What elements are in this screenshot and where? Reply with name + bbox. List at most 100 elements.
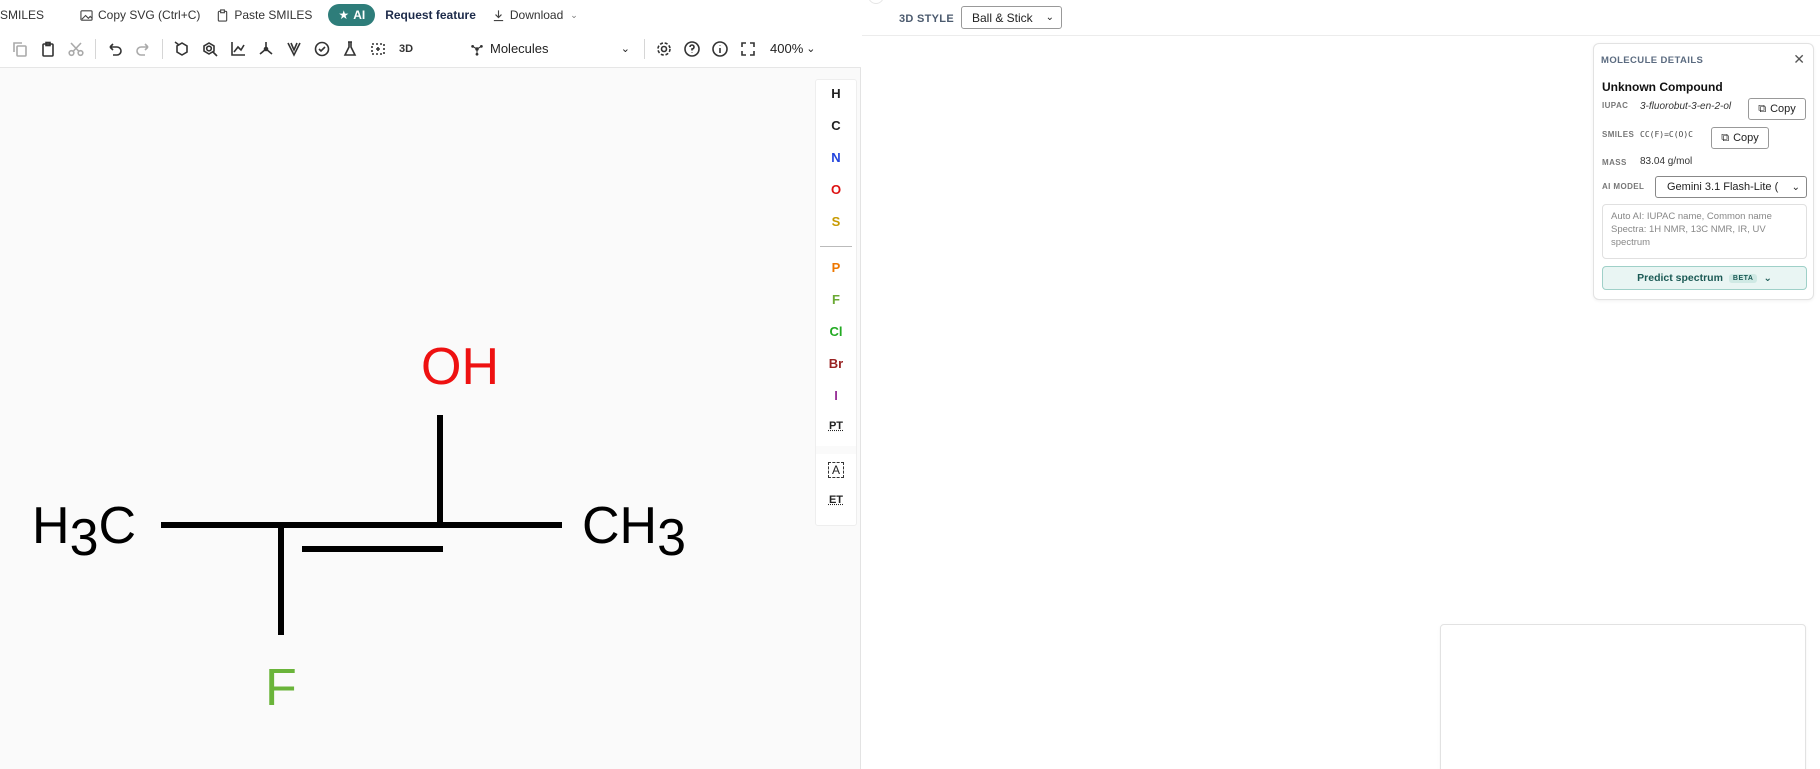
smiles-value: CC(F)=C(O)C [1640, 130, 1693, 139]
style-dropdown[interactable]: Ball & Stick ⌄ [961, 6, 1062, 29]
top-actions-bar: SMILES Copy SVG (Ctrl+C) Paste SMILES ★ … [0, 0, 861, 30]
paste-smiles-label: Paste SMILES [234, 8, 312, 22]
aromatize-icon[interactable] [196, 35, 224, 63]
ch3-subscript: 3 [657, 509, 686, 567]
smiles-menu[interactable]: SMILES [0, 8, 44, 22]
download-menu[interactable]: Download ⌄ [492, 8, 578, 22]
ai-label: AI [353, 8, 365, 22]
chevron-down-icon: ⌄ [1046, 12, 1054, 23]
request-feature-button[interactable]: Request feature [385, 8, 476, 22]
h3c-subscript: 3 [70, 509, 99, 567]
drawing-canvas[interactable]: H3C CH3 OH F [0, 68, 812, 769]
mass-label: MASS [1602, 158, 1627, 167]
element-s-label: S [832, 214, 841, 229]
element-p-label: P [832, 260, 841, 275]
smiles-label: SMILES [1602, 130, 1634, 139]
text-tool-label: A [832, 463, 840, 477]
element-i-label: I [834, 388, 838, 403]
iupac-label: IUPAC [1602, 101, 1628, 110]
element-n[interactable]: N [816, 150, 856, 165]
element-s[interactable]: S [816, 214, 856, 229]
copy-icon[interactable] [6, 35, 34, 63]
editor-toolbar: 3D Molecules ⌄ 400% ⌄ [0, 30, 861, 68]
atom-label-h3c[interactable]: H3C [32, 497, 136, 567]
clean-structure-icon[interactable] [168, 35, 196, 63]
cut-icon[interactable] [62, 35, 90, 63]
check-structure-icon[interactable] [308, 35, 336, 63]
undo-icon[interactable] [101, 35, 129, 63]
text-tool-button[interactable]: A [816, 462, 856, 478]
settings-icon[interactable] [650, 35, 678, 63]
copy-smiles-label: Copy [1733, 132, 1759, 144]
view-3d-icon[interactable]: 3D [392, 35, 420, 63]
stereo-bond-icon[interactable] [280, 35, 308, 63]
download-label: Download [510, 8, 563, 22]
element-f-label: F [832, 292, 840, 307]
element-c[interactable]: C [816, 118, 856, 133]
ai-model-value: Gemini 3.1 Flash-Lite ( [1667, 181, 1778, 193]
auto-ai-line2: Spectra: 1H NMR, 13C NMR, IR, UV spectru… [1611, 223, 1798, 249]
copy-svg-button[interactable]: Copy SVG (Ctrl+C) [80, 8, 200, 22]
iupac-value: 3-fluorobut-3-en-2-ol [1640, 100, 1736, 113]
ai-model-dropdown[interactable]: Gemini 3.1 Flash-Lite ( ⌄ [1655, 176, 1807, 198]
element-cl[interactable]: Cl [816, 324, 856, 339]
style-label: 3D STYLE [899, 13, 954, 25]
auto-ai-info: Auto AI: IUPAC name, Common name Spectra… [1602, 204, 1807, 259]
select-area-icon[interactable] [364, 35, 392, 63]
molecule-details-panel: MOLECULE DETAILS ✕ Unknown Compound IUPA… [1593, 43, 1814, 300]
flask-icon[interactable] [336, 35, 364, 63]
element-br[interactable]: Br [816, 356, 856, 371]
element-p[interactable]: P [816, 260, 856, 275]
copy-smiles-button[interactable]: ⧉ Copy [1711, 127, 1769, 149]
molecule-structure: H3C CH3 OH F [0, 68, 812, 769]
style-value: Ball & Stick [972, 11, 1033, 25]
copy-svg-label: Copy SVG (Ctrl+C) [98, 8, 200, 22]
help-icon[interactable] [678, 35, 706, 63]
toolbar-divider [644, 39, 645, 59]
element-f[interactable]: F [816, 292, 856, 307]
clipboard-icon [216, 9, 229, 22]
bond-tool-icon[interactable] [252, 35, 280, 63]
element-h[interactable]: H [816, 86, 856, 101]
copy-iupac-label: Copy [1770, 103, 1796, 115]
ai-button[interactable]: ★ AI [328, 4, 375, 26]
atom-label-ch3[interactable]: CH3 [582, 497, 686, 567]
element-o-label: O [831, 182, 841, 197]
info-icon[interactable] [706, 35, 734, 63]
mass-value: 83.04 g/mol [1640, 156, 1692, 167]
image-icon [80, 9, 93, 22]
molecules-dropdown[interactable]: Molecules ⌄ [470, 41, 630, 56]
app: SMILES Copy SVG (Ctrl+C) Paste SMILES ★ … [0, 0, 1820, 769]
periodic-table-button[interactable]: PT [816, 420, 856, 432]
view-3d-label: 3D [399, 43, 413, 55]
chevron-down-icon: ⌄ [806, 42, 815, 55]
request-feature-label: Request feature [385, 8, 476, 22]
predict-spectrum-button[interactable]: Predict spectrum BETA ⌄ [1602, 266, 1807, 290]
redo-icon[interactable] [129, 35, 157, 63]
spectrum-panel [1440, 624, 1806, 769]
fullscreen-icon[interactable] [734, 35, 762, 63]
extended-table-button[interactable]: ET [816, 494, 856, 506]
chevron-down-icon: ⌄ [1763, 273, 1771, 284]
chart-axis-icon[interactable] [224, 35, 252, 63]
chevron-down-icon: ⌄ [621, 42, 630, 55]
element-o[interactable]: O [816, 182, 856, 197]
smiles-label: SMILES [0, 8, 44, 22]
element-h-label: H [831, 86, 840, 101]
close-icon[interactable]: ✕ [1793, 51, 1805, 68]
element-cl-label: Cl [830, 324, 843, 339]
atom-label-f[interactable]: F [265, 659, 297, 717]
element-i[interactable]: I [816, 388, 856, 403]
download-icon [492, 9, 505, 22]
toolbar-divider [162, 39, 163, 59]
paste-icon[interactable] [34, 35, 62, 63]
atom-label-oh[interactable]: OH [421, 338, 499, 396]
ai-model-label: AI MODEL [1602, 182, 1644, 191]
copy-iupac-button[interactable]: ⧉ Copy [1748, 98, 1806, 120]
zoom-label: 400% [770, 41, 803, 56]
zoom-dropdown[interactable]: 400% ⌄ [770, 41, 815, 56]
palette-gap [816, 446, 856, 454]
paste-smiles-button[interactable]: Paste SMILES [216, 8, 312, 22]
compound-name: Unknown Compound [1602, 80, 1723, 94]
toolbar-divider [95, 39, 96, 59]
